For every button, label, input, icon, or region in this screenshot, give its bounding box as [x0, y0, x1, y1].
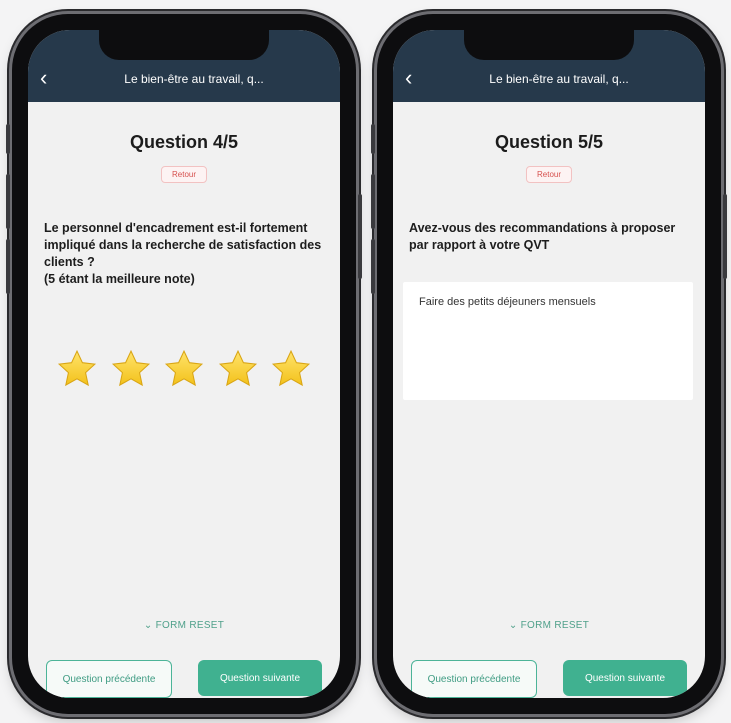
notch	[464, 30, 634, 60]
back-badge[interactable]: Retour	[525, 166, 573, 183]
navigation-buttons: Question précédente Question suivante	[411, 660, 687, 698]
volume-up-button	[371, 174, 375, 229]
previous-question-button[interactable]: Question précédente	[411, 660, 537, 698]
previous-question-button[interactable]: Question précédente	[46, 660, 172, 698]
star-icon[interactable]	[217, 348, 259, 390]
question-counter: Question 5/5	[494, 132, 604, 152]
back-arrow-icon[interactable]: ‹	[40, 67, 62, 90]
back-arrow-icon[interactable]: ‹	[405, 67, 427, 90]
mute-switch	[371, 124, 375, 154]
star-icon[interactable]	[110, 348, 152, 390]
notch	[99, 30, 269, 60]
star-icon[interactable]	[270, 348, 312, 390]
power-button	[358, 194, 362, 279]
next-question-button[interactable]: Question suivante	[198, 660, 322, 696]
screen-question-4: ‹ Le bien-être au travail, q... Question…	[28, 30, 340, 698]
volume-up-button	[6, 174, 10, 229]
star-rating[interactable]	[56, 348, 312, 390]
navigation-buttons: Question précédente Question suivante	[46, 660, 322, 698]
form-reset-label: FORM RESET	[155, 620, 225, 631]
mute-switch	[6, 124, 10, 154]
question-counter: Question 4/5	[129, 132, 239, 152]
header-title: Le bien-être au travail, q...	[489, 72, 629, 86]
header-title: Le bien-être au travail, q...	[124, 72, 264, 86]
app-header: ‹ Le bien-être au travail, q...	[28, 30, 340, 102]
form-reset-link[interactable]: ⌄ FORM RESET	[393, 620, 705, 631]
question-text: Le personnel d'encadrement est-il fortem…	[44, 221, 322, 286]
power-button	[723, 194, 727, 279]
back-badge[interactable]: Retour	[160, 166, 208, 183]
volume-down-button	[6, 239, 10, 294]
screen-question-5: ‹ Le bien-être au travail, q... Question…	[393, 30, 705, 698]
next-question-button[interactable]: Question suivante	[563, 660, 687, 696]
phone-frame-right: ‹ Le bien-être au travail, q... Question…	[371, 14, 727, 714]
chevron-down-icon: ⌄	[143, 620, 153, 631]
question-text: Avez-vous des recommandations à proposer…	[409, 221, 676, 252]
volume-down-button	[371, 239, 375, 294]
form-reset-label: FORM RESET	[520, 620, 590, 631]
answer-value: Faire des petits déjeuners mensuels	[419, 296, 596, 308]
star-icon[interactable]	[163, 348, 205, 390]
form-reset-link[interactable]: ⌄ FORM RESET	[28, 620, 340, 631]
chevron-down-icon: ⌄	[508, 620, 518, 631]
phone-frame-left: ‹ Le bien-être au travail, q... Question…	[6, 14, 362, 714]
star-icon[interactable]	[56, 348, 98, 390]
answer-textarea[interactable]: Faire des petits déjeuners mensuels	[403, 282, 693, 400]
app-header: ‹ Le bien-être au travail, q...	[393, 30, 705, 102]
